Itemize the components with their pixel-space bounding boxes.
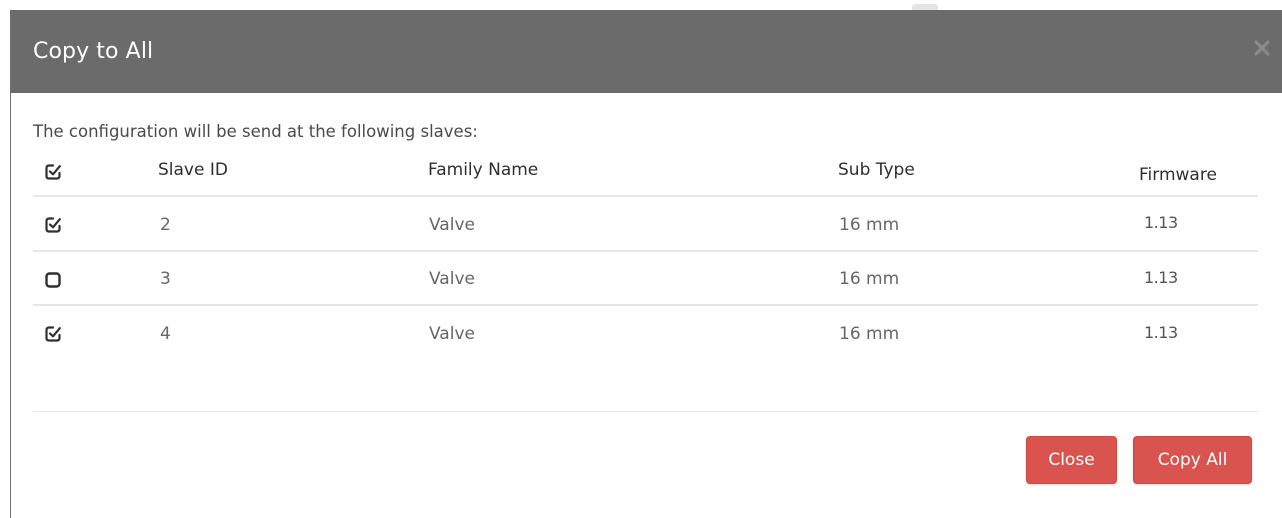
- firmware-cell: 1.13: [1144, 323, 1178, 342]
- modal-title: Copy to All: [33, 39, 154, 64]
- row-checkbox[interactable]: [44, 325, 62, 343]
- firmware-cell: 1.13: [1144, 213, 1178, 232]
- sub-type-cell: 16 mm: [839, 324, 900, 344]
- slave-id-cell: 4: [160, 324, 171, 344]
- slave-id-cell: 3: [160, 269, 171, 289]
- firmware-cell: 1.13: [1144, 268, 1178, 287]
- intro-text: The configuration will be send at the fo…: [33, 122, 478, 141]
- checkbox-empty-icon: [45, 272, 61, 288]
- row-divider: [33, 250, 1258, 252]
- modal-header: Copy to All: [11, 10, 1282, 93]
- row-checkbox[interactable]: [44, 271, 62, 289]
- family-name-cell: Valve: [429, 269, 475, 289]
- checkbox-checked-icon: [45, 164, 61, 180]
- row-checkbox[interactable]: [44, 216, 62, 234]
- sub-type-cell: 16 mm: [839, 215, 900, 235]
- row-divider: [33, 304, 1258, 306]
- family-name-cell: Valve: [429, 215, 475, 235]
- copy-to-all-modal: Copy to All The configuration will be se…: [10, 10, 1282, 518]
- column-header-slave-id[interactable]: Slave ID: [158, 160, 228, 180]
- row-divider: [33, 195, 1258, 197]
- background-page-strip: [0, 0, 1282, 10]
- family-name-cell: Valve: [429, 324, 475, 344]
- footer-divider: [33, 411, 1258, 412]
- select-all-checkbox[interactable]: [44, 163, 62, 181]
- column-header-family-name[interactable]: Family Name: [428, 160, 538, 180]
- close-button[interactable]: Close: [1026, 436, 1117, 484]
- sub-type-cell: 16 mm: [839, 269, 900, 289]
- checkbox-checked-icon: [45, 326, 61, 342]
- column-header-firmware[interactable]: Firmware: [1139, 165, 1217, 185]
- slave-id-cell: 2: [160, 215, 171, 235]
- column-header-sub-type[interactable]: Sub Type: [838, 160, 915, 180]
- copy-all-button[interactable]: Copy All: [1133, 436, 1252, 484]
- close-icon[interactable]: [1251, 37, 1273, 59]
- checkbox-checked-icon: [45, 217, 61, 233]
